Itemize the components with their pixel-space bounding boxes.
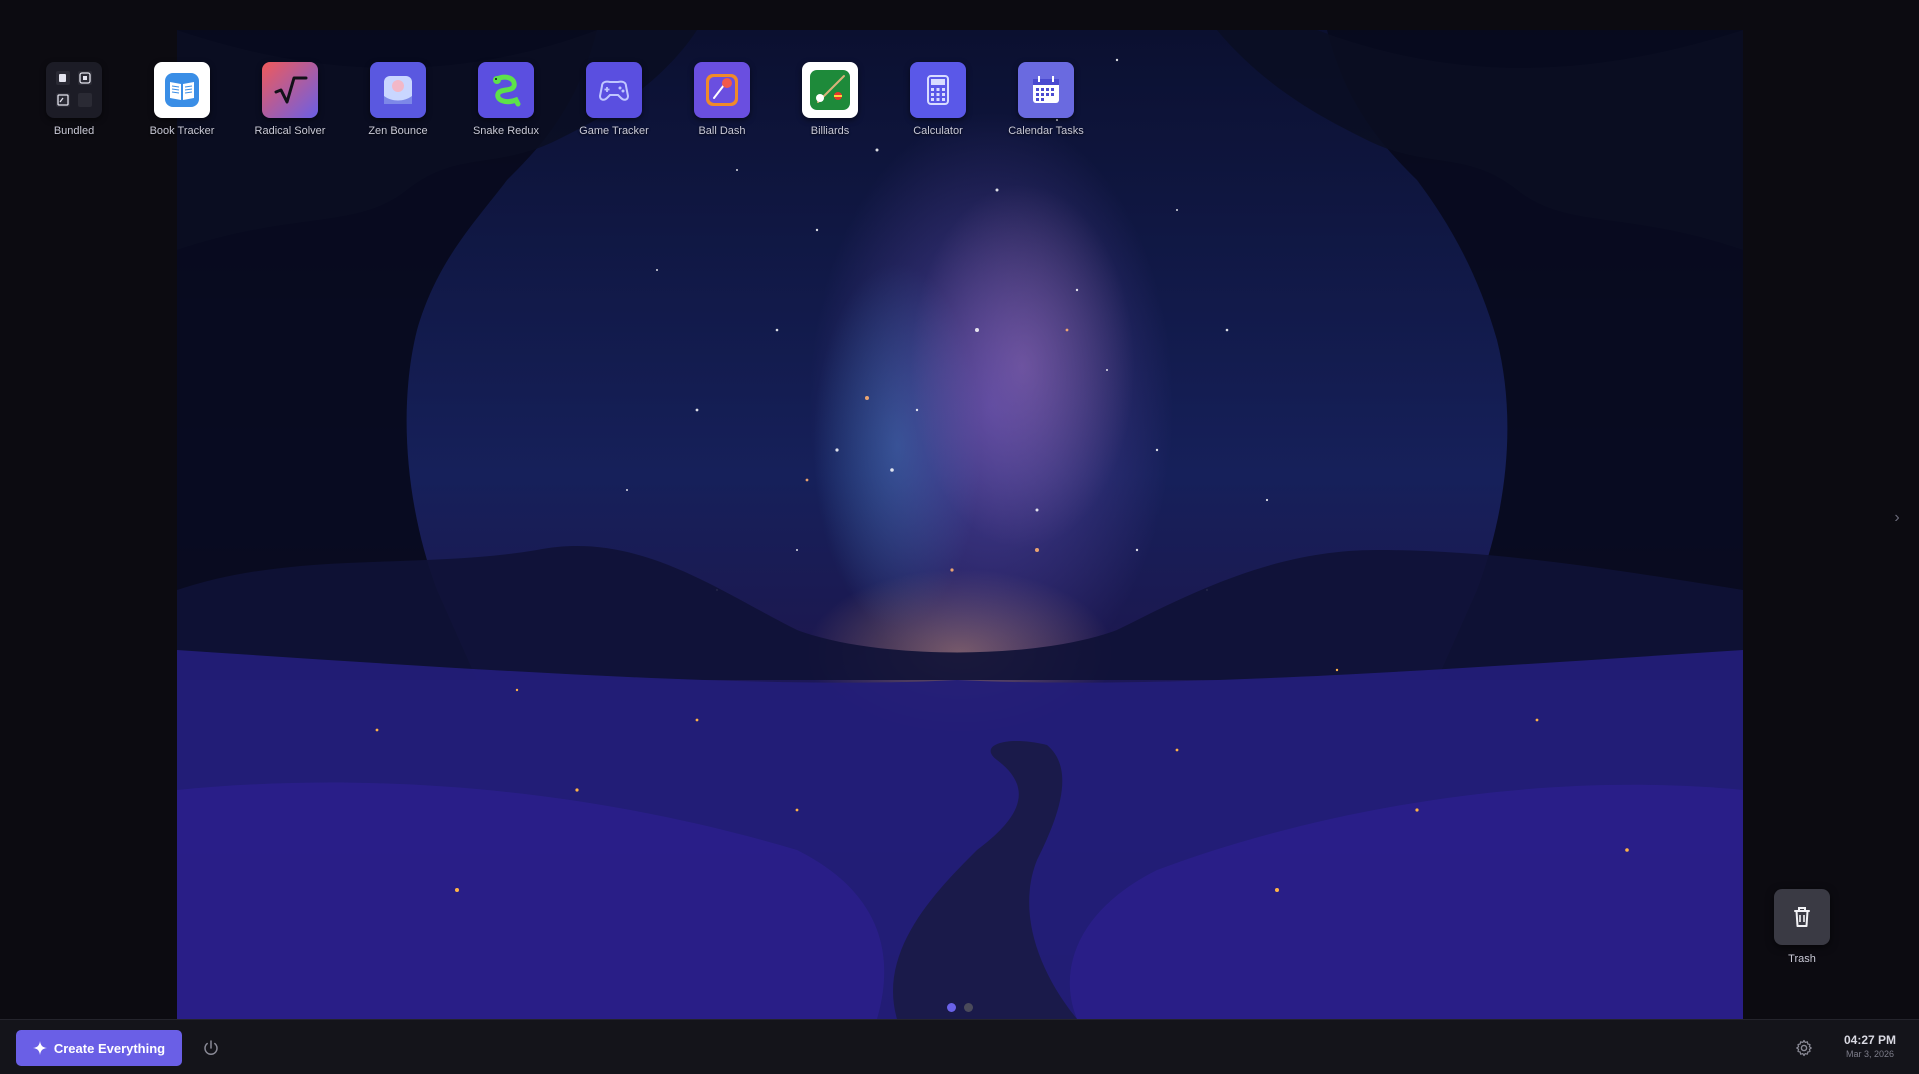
ball-dash-icon xyxy=(694,62,750,118)
app-snake-redux[interactable]: Snake Redux xyxy=(452,62,560,162)
app-book-tracker[interactable]: Book Tracker xyxy=(128,62,236,162)
app-label: Book Tracker xyxy=(149,125,215,137)
app-label: Bundled xyxy=(53,125,95,137)
sparkle-icon xyxy=(32,1041,47,1055)
page-dot-active[interactable] xyxy=(947,1003,956,1012)
app-bundled[interactable]: Bundled xyxy=(20,62,128,162)
calendar-icon xyxy=(1018,62,1074,118)
gamepad-icon xyxy=(586,62,642,118)
system-clock[interactable]: 04:27 PM Mar 3, 2026 xyxy=(1830,1033,1910,1059)
app-label: Billiards xyxy=(810,125,850,137)
square-root-icon xyxy=(262,62,318,118)
app-label: Calculator xyxy=(913,125,963,137)
bundled-folder-icon xyxy=(46,62,102,118)
app-label: Ball Dash xyxy=(698,125,746,137)
app-label: Radical Solver xyxy=(254,125,326,137)
page-indicator xyxy=(947,1003,973,1012)
app-label: Zen Bounce xyxy=(368,125,428,137)
chevron-right-icon[interactable]: › xyxy=(1889,508,1905,528)
app-billiards[interactable]: Billiards xyxy=(776,62,884,162)
app-label: Calendar Tasks xyxy=(1008,125,1084,137)
trash-icon xyxy=(1774,889,1830,945)
open-book-icon xyxy=(154,62,210,118)
gear-icon xyxy=(1796,1039,1812,1057)
app-calculator[interactable]: Calculator xyxy=(884,62,992,162)
snake-icon xyxy=(478,62,534,118)
app-ball-dash[interactable]: Ball Dash xyxy=(668,62,776,162)
wallpaper-night-sky-forest xyxy=(177,30,1743,1019)
taskbar: Create Everything 04:27 PM Mar 3, 2026 xyxy=(0,1019,1919,1074)
app-calendar-tasks[interactable]: Calendar Tasks xyxy=(992,62,1100,162)
clock-time: 04:27 PM xyxy=(1843,1033,1897,1047)
app-game-tracker[interactable]: Game Tracker xyxy=(560,62,668,162)
create-everything-button[interactable]: Create Everything xyxy=(16,1030,182,1066)
settings-button[interactable] xyxy=(1793,1037,1815,1059)
app-radical-solver[interactable]: Radical Solver xyxy=(236,62,344,162)
desktop[interactable]: Bundled Book Tracker Radical Solver Zen … xyxy=(0,0,1919,1019)
create-everything-label: Create Everything xyxy=(53,1040,166,1056)
power-icon xyxy=(204,1040,218,1055)
trash-label: Trash xyxy=(1788,953,1816,965)
page-dot[interactable] xyxy=(964,1003,973,1012)
power-button[interactable] xyxy=(200,1037,222,1059)
billiards-icon xyxy=(802,62,858,118)
calculator-icon xyxy=(910,62,966,118)
app-label: Snake Redux xyxy=(472,125,540,137)
app-label: Game Tracker xyxy=(579,125,649,137)
app-zen-bounce[interactable]: Zen Bounce xyxy=(344,62,452,162)
clock-date: Mar 3, 2026 xyxy=(1845,1049,1895,1059)
trash[interactable]: Trash xyxy=(1772,889,1832,965)
bouncing-ball-icon xyxy=(370,62,426,118)
